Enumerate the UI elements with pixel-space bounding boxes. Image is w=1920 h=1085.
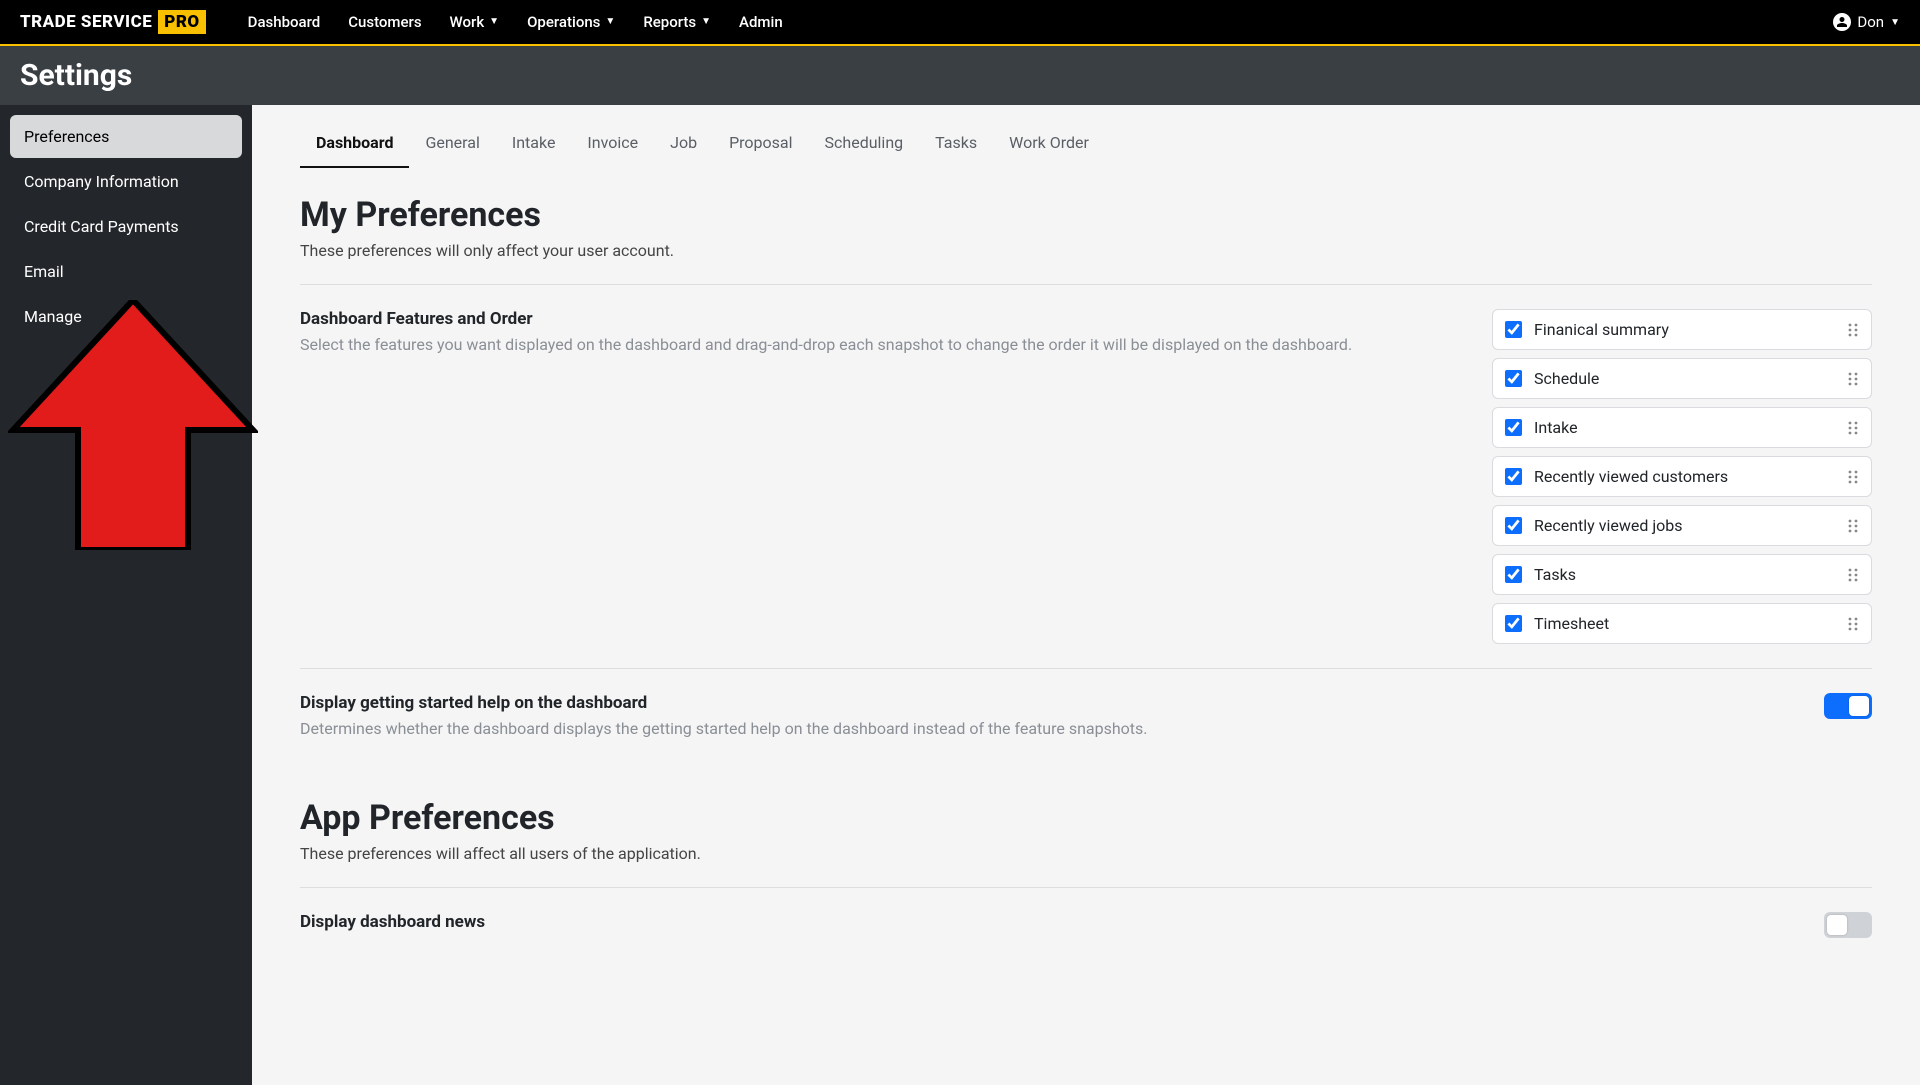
feature-checkbox[interactable] <box>1505 517 1522 534</box>
caret-down-icon: ▼ <box>489 0 499 45</box>
feature-name: Finanical summary <box>1534 320 1835 339</box>
feature-name: Schedule <box>1534 369 1835 388</box>
nav-customers[interactable]: Customers <box>334 0 435 45</box>
feature-checkbox[interactable] <box>1505 615 1522 632</box>
main-content: Dashboard General Intake Invoice Job Pro… <box>252 105 1920 1085</box>
brand-text: TRADE SERVICE <box>20 12 152 32</box>
feature-item[interactable]: Recently viewed jobs <box>1492 505 1872 546</box>
pref-getting-started: Display getting started help on the dash… <box>300 693 1872 764</box>
feature-name: Recently viewed customers <box>1534 467 1835 486</box>
sidebar-item-preferences[interactable]: Preferences <box>10 115 242 158</box>
feature-item[interactable]: Timesheet <box>1492 603 1872 644</box>
pref-dashboard-features: Dashboard Features and Order Select the … <box>300 309 1872 669</box>
dashboard-news-toggle[interactable] <box>1824 912 1872 938</box>
drag-handle-icon[interactable] <box>1847 372 1859 386</box>
caret-down-icon: ▼ <box>1890 17 1900 28</box>
feature-item[interactable]: Tasks <box>1492 554 1872 595</box>
tab-proposal[interactable]: Proposal <box>713 123 808 168</box>
my-preferences-title: My Preferences <box>300 195 1872 235</box>
sidebar-item-company-information[interactable]: Company Information <box>10 160 242 203</box>
drag-handle-icon[interactable] <box>1847 323 1859 337</box>
tab-job[interactable]: Job <box>654 123 713 168</box>
preference-tabs: Dashboard General Intake Invoice Job Pro… <box>252 105 1920 169</box>
features-label: Dashboard Features and Order <box>300 309 1452 329</box>
drag-handle-icon[interactable] <box>1847 470 1859 484</box>
sidebar-item-email[interactable]: Email <box>10 250 242 293</box>
feature-name: Recently viewed jobs <box>1534 516 1835 535</box>
feature-name: Intake <box>1534 418 1835 437</box>
sidebar-item-credit-card-payments[interactable]: Credit Card Payments <box>10 205 242 248</box>
feature-list: Finanical summary Schedule Intake Recently … <box>1492 309 1872 644</box>
getting-started-desc: Determines whether the dashboard display… <box>300 717 1452 740</box>
nav-operations[interactable]: Operations▼ <box>513 0 629 45</box>
brand-pro-badge: PRO <box>158 10 205 34</box>
tab-dashboard[interactable]: Dashboard <box>300 123 409 168</box>
feature-checkbox[interactable] <box>1505 566 1522 583</box>
drag-handle-icon[interactable] <box>1847 617 1859 631</box>
feature-item[interactable]: Finanical summary <box>1492 309 1872 350</box>
nav-work[interactable]: Work▼ <box>436 0 514 45</box>
brand-logo[interactable]: TRADE SERVICE PRO <box>20 10 206 34</box>
feature-checkbox[interactable] <box>1505 370 1522 387</box>
nav-reports[interactable]: Reports▼ <box>629 0 725 45</box>
feature-name: Timesheet <box>1534 614 1835 633</box>
tab-invoice[interactable]: Invoice <box>571 123 654 168</box>
user-name: Don <box>1857 13 1884 31</box>
sidebar-item-manage[interactable]: Manage <box>10 295 242 338</box>
feature-name: Tasks <box>1534 565 1835 584</box>
drag-handle-icon[interactable] <box>1847 519 1859 533</box>
pref-dashboard-news: Display dashboard news <box>300 912 1872 938</box>
nav-links: Dashboard Customers Work▼ Operations▼ Re… <box>234 0 797 45</box>
user-icon <box>1833 13 1851 31</box>
tab-general[interactable]: General <box>409 123 495 168</box>
getting-started-label: Display getting started help on the dash… <box>300 693 1452 713</box>
tab-intake[interactable]: Intake <box>496 123 572 168</box>
top-nav: TRADE SERVICE PRO Dashboard Customers Wo… <box>0 0 1920 46</box>
nav-admin[interactable]: Admin <box>725 0 797 45</box>
feature-item[interactable]: Intake <box>1492 407 1872 448</box>
tab-tasks[interactable]: Tasks <box>919 123 993 168</box>
app-preferences-title: App Preferences <box>300 798 1872 838</box>
annotation-arrow-icon <box>8 300 258 554</box>
caret-down-icon: ▼ <box>701 0 711 45</box>
divider <box>300 284 1872 285</box>
getting-started-toggle[interactable] <box>1824 693 1872 719</box>
feature-item[interactable]: Recently viewed customers <box>1492 456 1872 497</box>
feature-item[interactable]: Schedule <box>1492 358 1872 399</box>
app-preferences-subtitle: These preferences will affect all users … <box>300 844 1872 863</box>
drag-handle-icon[interactable] <box>1847 421 1859 435</box>
features-desc: Select the features you want displayed o… <box>300 333 1452 356</box>
feature-checkbox[interactable] <box>1505 419 1522 436</box>
tab-scheduling[interactable]: Scheduling <box>809 123 920 168</box>
tab-work-order[interactable]: Work Order <box>993 123 1105 168</box>
settings-sidebar: Preferences Company Information Credit C… <box>0 105 252 1085</box>
drag-handle-icon[interactable] <box>1847 568 1859 582</box>
divider <box>300 887 1872 888</box>
my-preferences-subtitle: These preferences will only affect your … <box>300 241 1872 260</box>
dashboard-news-label: Display dashboard news <box>300 912 1452 932</box>
page-title: Settings <box>0 46 1920 105</box>
nav-dashboard[interactable]: Dashboard <box>234 0 335 45</box>
feature-checkbox[interactable] <box>1505 321 1522 338</box>
nav-user-menu[interactable]: Don ▼ <box>1833 13 1900 31</box>
caret-down-icon: ▼ <box>605 0 615 45</box>
feature-checkbox[interactable] <box>1505 468 1522 485</box>
